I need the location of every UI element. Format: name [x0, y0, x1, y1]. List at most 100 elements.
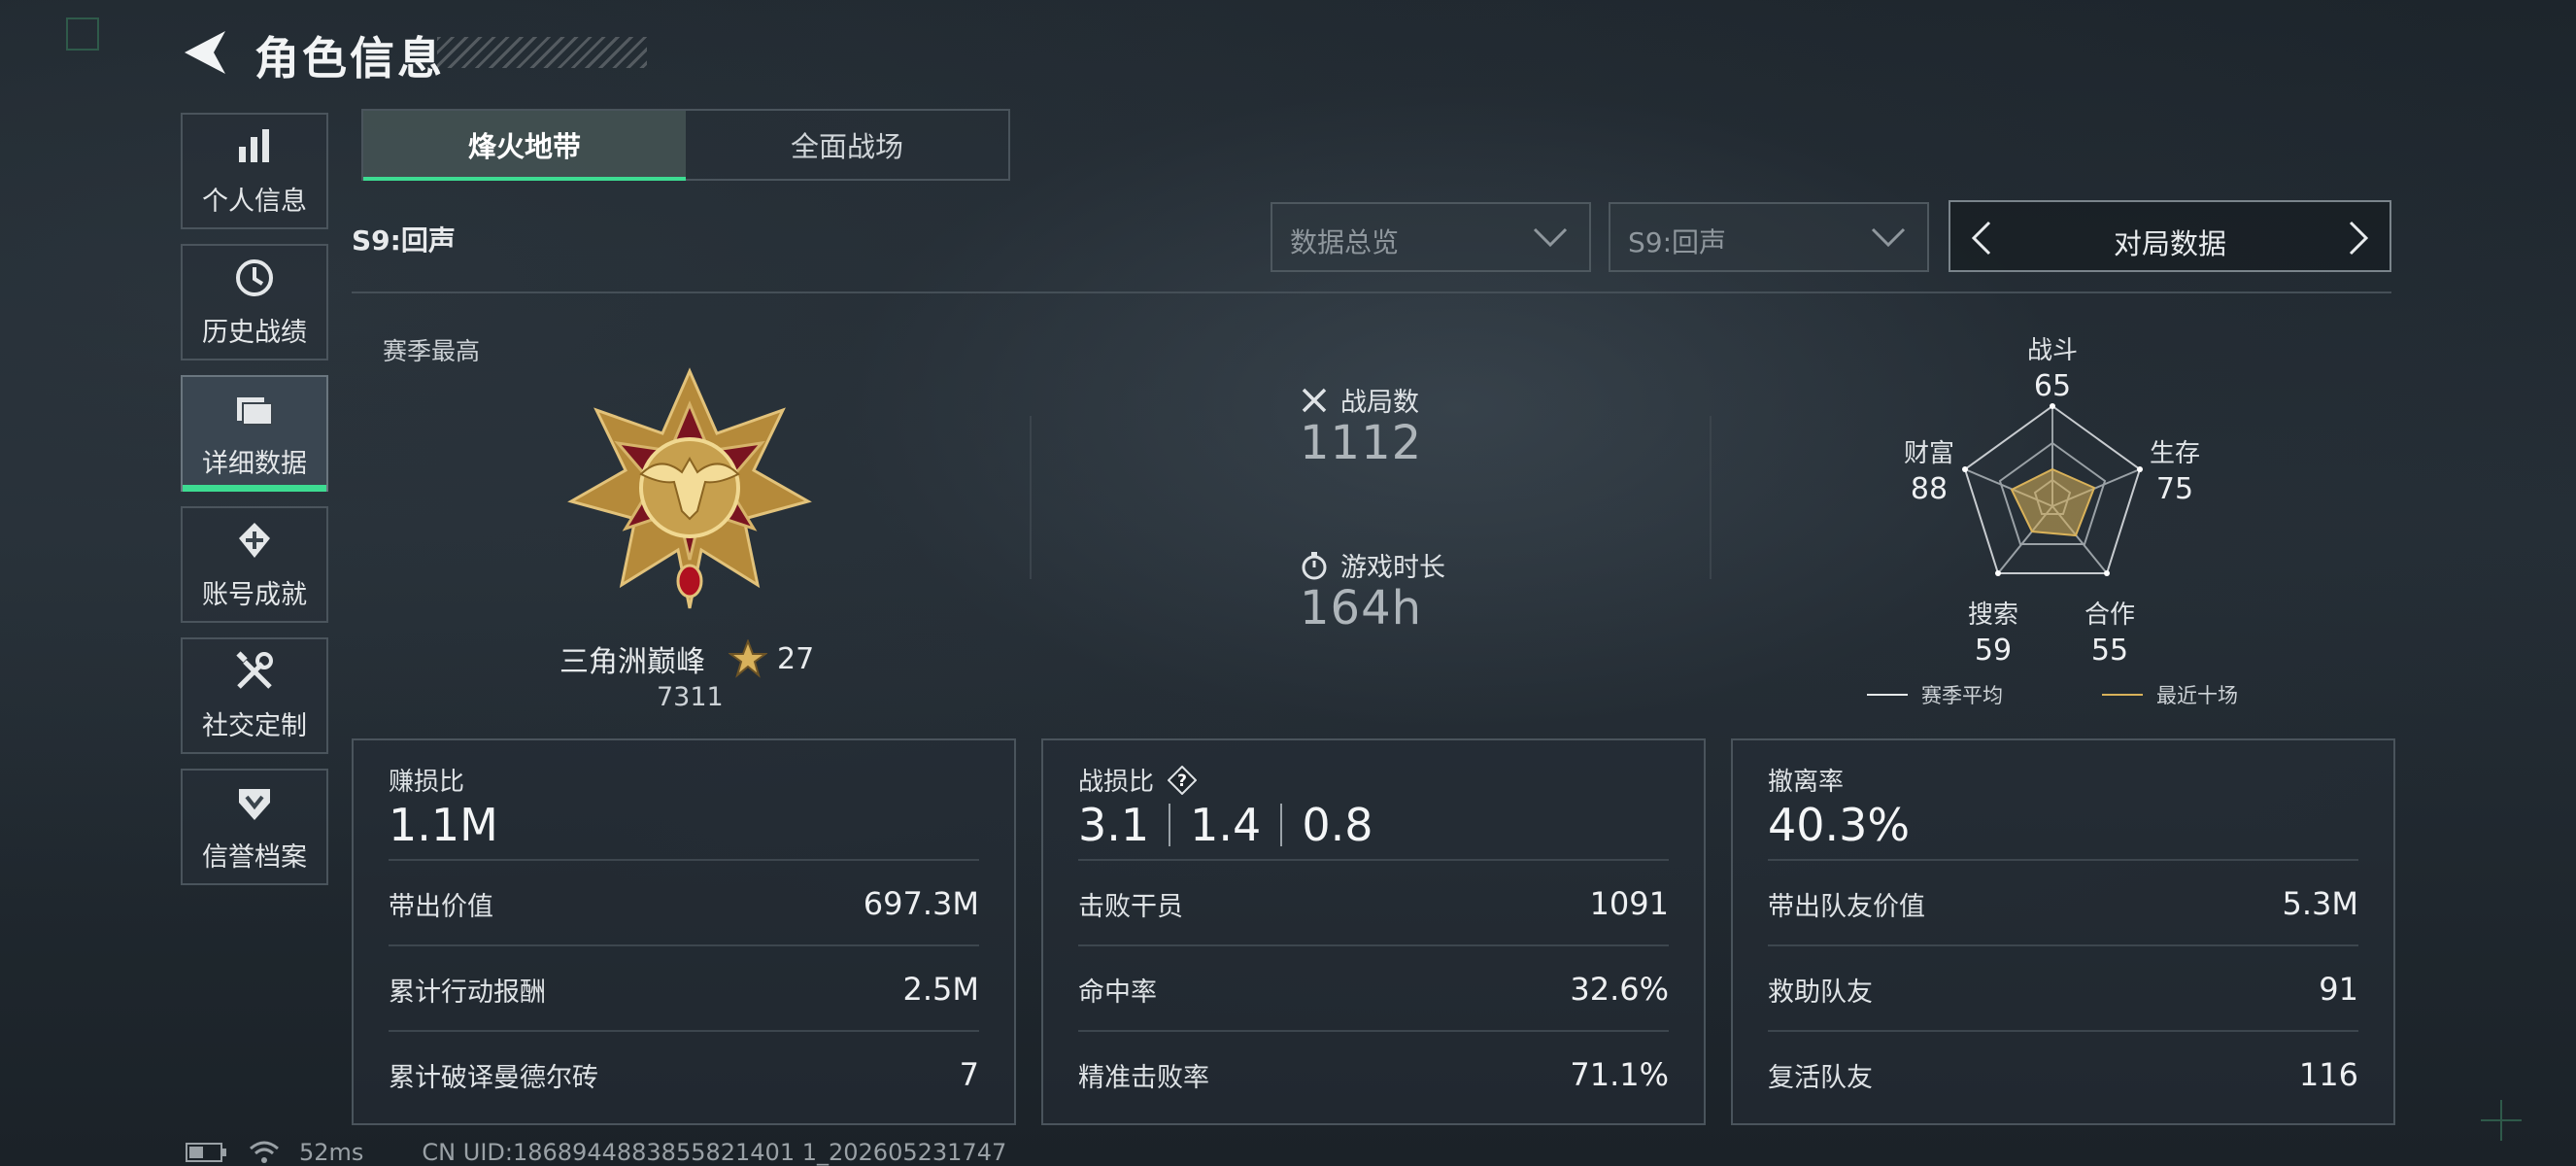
panel-title-row: 战损比 ? — [1078, 762, 1198, 798]
matches-label: 战局数 — [1340, 388, 1419, 418]
dropdown-value: 数据总览 — [1290, 226, 1400, 258]
tab-full-battlefield[interactable]: 全面战场 — [686, 111, 1008, 179]
extraction-panel: 撤离率 40.3% 带出队友价值 5.3M 救助队友 91 复活队友 116 — [1731, 738, 2395, 1125]
title-decoration — [437, 37, 647, 68]
tools-icon — [236, 650, 273, 689]
stat-label: 累计破译曼德尔砖 — [389, 1062, 598, 1093]
stat-label: 复活队友 — [1768, 1062, 1873, 1093]
legend-season-average: 赛季平均 — [1867, 680, 2003, 709]
stat-value: 5.3M — [2282, 885, 2359, 922]
stat-label: 带出队友价值 — [1768, 891, 1925, 922]
rank-badge-icon — [567, 367, 812, 609]
sidebar-item-social[interactable]: 社交定制 — [181, 637, 328, 754]
panel-title: 撤离率 — [1768, 768, 1845, 797]
stat-label: 救助队友 — [1768, 977, 1873, 1008]
ping-value: 52ms — [299, 1139, 364, 1166]
stat-label: 精准击败率 — [1078, 1062, 1209, 1093]
legend-line-white — [1867, 694, 1908, 696]
stat-value: 32.6% — [1570, 971, 1669, 1008]
section-divider — [1030, 416, 1032, 579]
chevron-down-icon — [1533, 227, 1568, 248]
season-best-label: 赛季最高 — [383, 337, 481, 365]
sidebar-item-label: 详细数据 — [202, 448, 307, 479]
uid-text: CN UID:1868944883855821401 1_20260523174… — [422, 1139, 1007, 1166]
playtime-value: 164h — [1300, 581, 1423, 635]
stat-value: 7 — [959, 1056, 979, 1093]
value-separator — [1169, 804, 1171, 846]
tab-warfare-zone[interactable]: 烽火地带 — [363, 111, 686, 181]
season-label: S9:回声 — [352, 224, 456, 257]
matches-label-row: 战局数 — [1300, 381, 1419, 419]
kd-value: 1.4 — [1190, 799, 1262, 851]
legend-line-gold — [2102, 694, 2143, 696]
crossed-swords-icon — [1302, 388, 1327, 412]
stats-pager: 对局数据 — [1949, 200, 2391, 272]
legend-label: 赛季平均 — [1921, 684, 2003, 707]
radar-label-combat: 战斗 — [2026, 336, 2078, 365]
data-type-dropdown[interactable]: 数据总览 — [1271, 202, 1591, 272]
stat-row: 精准击败率 71.1% — [1078, 1030, 1669, 1117]
history-clock-icon — [236, 258, 273, 296]
kd-value: 0.8 — [1302, 799, 1373, 851]
achievement-icon — [239, 522, 270, 558]
stat-label: 击败干员 — [1078, 891, 1183, 922]
pager-label: 对局数据 — [2113, 227, 2226, 260]
radar-value-search: 59 — [1974, 634, 2013, 668]
sidebar-item-label: 历史战绩 — [202, 317, 307, 348]
sidebar-item-details[interactable]: 详细数据 — [181, 375, 328, 492]
back-arrow-icon — [185, 31, 225, 74]
shield-icon — [239, 788, 270, 820]
bar-chart-icon — [239, 128, 269, 162]
rank-name: 三角洲巅峰 — [559, 645, 705, 679]
kd-value: 3.1 — [1078, 799, 1150, 851]
playtime-label-row: 游戏时长 — [1300, 546, 1445, 584]
rank-stars: 27 — [777, 641, 815, 676]
radar-value-combat: 65 — [2033, 369, 2072, 403]
mode-tabs: 烽火地带 全面战场 — [361, 109, 1010, 181]
radar-series-recent — [2010, 467, 2096, 537]
stat-label: 累计行动报酬 — [389, 977, 546, 1008]
stat-value: 116 — [2298, 1056, 2358, 1093]
radar-label-search: 搜索 — [1967, 600, 2018, 630]
sidebar-item-label: 个人信息 — [202, 186, 307, 217]
extraction-rate-value: 40.3% — [1768, 799, 1911, 851]
folder-icon — [237, 396, 273, 426]
rank-row: 三角洲巅峰 27 — [559, 637, 814, 680]
sidebar-item-label: 账号成就 — [202, 579, 307, 610]
chevron-right-icon[interactable] — [2345, 220, 2372, 257]
radar-value-cooperation: 55 — [2090, 634, 2129, 668]
stat-row: 救助队友 91 — [1768, 944, 2358, 1032]
sidebar-item-label: 社交定制 — [202, 710, 307, 741]
playtime-label: 游戏时长 — [1340, 553, 1445, 583]
svg-text:?: ? — [1177, 772, 1187, 791]
kd-values: 3.1 1.4 0.8 — [1078, 799, 1373, 851]
sidebar-item-label: 信誉档案 — [202, 841, 307, 873]
stat-label: 命中率 — [1078, 977, 1157, 1008]
crosshair-icon — [2481, 1100, 2522, 1141]
sidebar-item-profile[interactable]: 个人信息 — [181, 113, 328, 229]
corner-marker — [66, 17, 99, 51]
stat-row: 带出队友价值 5.3M — [1768, 859, 2358, 946]
stat-row: 击败干员 1091 — [1078, 859, 1669, 946]
stat-value: 2.5M — [902, 971, 980, 1008]
back-button[interactable] — [181, 27, 231, 78]
star-icon — [729, 639, 767, 678]
stat-label: 带出价值 — [389, 891, 493, 922]
matches-value: 1112 — [1300, 416, 1423, 470]
battery-icon — [186, 1143, 226, 1162]
profit-panel: 赚损比 1.1M 带出价值 697.3M 累计行动报酬 2.5M 累计破译曼德尔… — [352, 738, 1016, 1125]
sidebar-item-credit[interactable]: 信誉档案 — [181, 769, 328, 885]
season-dropdown[interactable]: S9:回声 — [1609, 202, 1929, 272]
radar-label-survival: 生存 — [2149, 439, 2200, 468]
section-divider — [1710, 416, 1712, 579]
value-separator — [1280, 804, 1283, 846]
help-icon[interactable]: ? — [1168, 765, 1198, 795]
stat-value: 91 — [2319, 971, 2358, 1008]
sidebar-item-history[interactable]: 历史战绩 — [181, 244, 328, 360]
stat-row: 累计行动报酬 2.5M — [389, 944, 979, 1032]
wifi-icon — [250, 1141, 279, 1163]
radar-label-cooperation: 合作 — [2084, 600, 2135, 630]
radar-label-wealth: 财富 — [1903, 439, 1954, 468]
sidebar-item-achievements[interactable]: 账号成就 — [181, 506, 328, 623]
legend-label: 最近十场 — [2156, 684, 2238, 707]
